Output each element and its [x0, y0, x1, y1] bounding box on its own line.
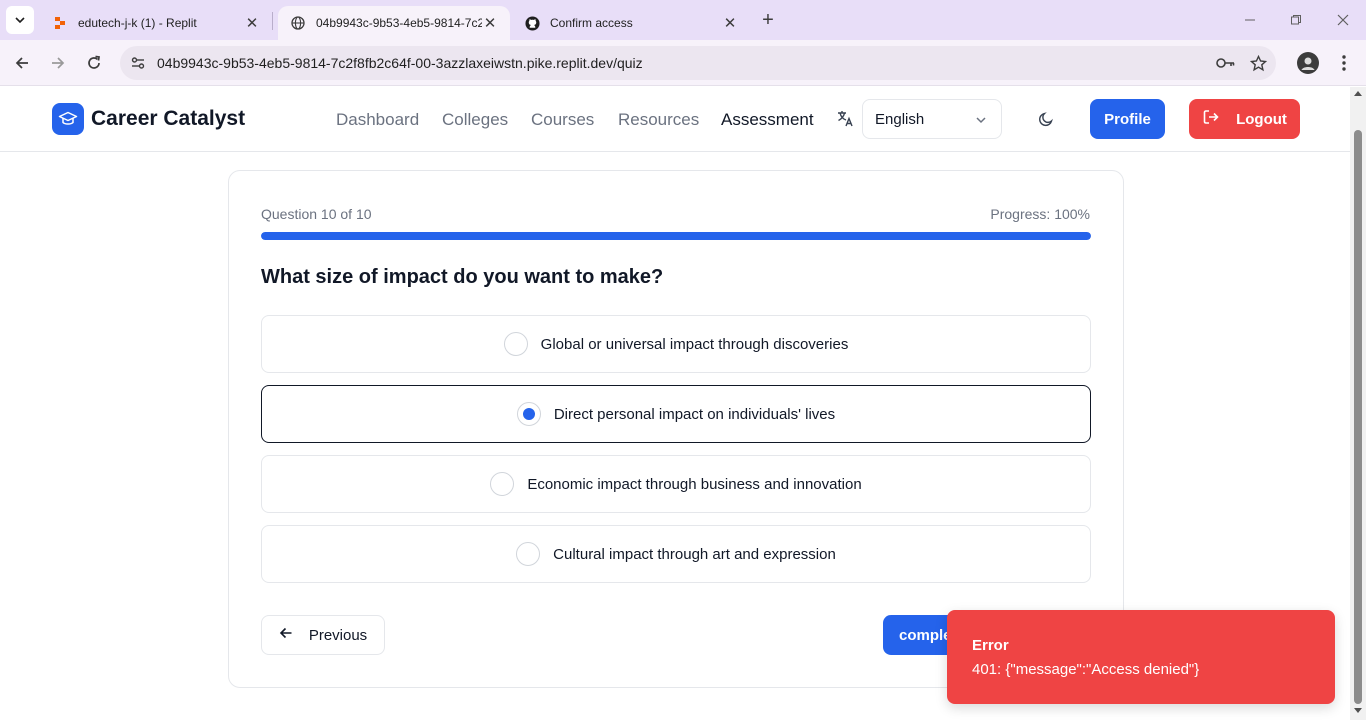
browser-toolbar: 04b9943c-9b53-4eb5-9814-7c2f8fb2c64f-00-…: [0, 40, 1366, 86]
github-icon: [524, 15, 540, 31]
progress-bar-fill: [261, 232, 1091, 240]
app-header: Career Catalyst Dashboard Colleges Cours…: [0, 87, 1350, 152]
error-toast: Error 401: {"message":"Access denied"}: [947, 610, 1335, 704]
address-bar[interactable]: 04b9943c-9b53-4eb5-9814-7c2f8fb2c64f-00-…: [120, 46, 1276, 80]
answer-option[interactable]: Global or universal impact through disco…: [261, 315, 1091, 373]
nav-courses[interactable]: Courses: [531, 110, 594, 130]
nav-colleges[interactable]: Colleges: [442, 110, 508, 130]
logout-icon: [1202, 108, 1220, 130]
radio-button[interactable]: [490, 472, 515, 496]
back-arrow-icon[interactable]: [10, 51, 34, 75]
answer-option[interactable]: Cultural impact through art and expressi…: [261, 525, 1091, 583]
logout-button-label: Logout: [1236, 110, 1287, 128]
progress-label: Progress: 100%: [990, 206, 1090, 222]
browser-menu-icon[interactable]: [1334, 52, 1354, 74]
moon-icon[interactable]: [1034, 107, 1058, 131]
answer-option[interactable]: Economic impact through business and inn…: [261, 455, 1091, 513]
tab-quiz[interactable]: 04b9943c-9b53-4eb5-9814-7c2 ✕: [278, 6, 510, 40]
radio-checked-dot: [522, 408, 535, 420]
restore-icon[interactable]: [1284, 8, 1308, 32]
nav-assessment[interactable]: Assessment: [721, 110, 814, 130]
answer-option-selected[interactable]: Direct personal impact on individuals' l…: [261, 385, 1091, 443]
answer-option-label: Economic impact through business and inn…: [527, 475, 862, 493]
radio-button[interactable]: [503, 332, 528, 356]
arrow-left-icon: [279, 626, 293, 644]
profile-button[interactable]: Profile: [1090, 99, 1165, 139]
tab-replit[interactable]: edutech-j-k (1) - Replit ✕: [40, 6, 272, 40]
graduation-cap-icon: [52, 103, 84, 135]
password-key-icon[interactable]: [1216, 53, 1236, 73]
logout-button[interactable]: Logout: [1189, 99, 1300, 139]
progress-bar: [261, 232, 1091, 240]
bookmark-star-icon[interactable]: [1248, 53, 1268, 73]
radio-button[interactable]: [516, 542, 541, 566]
previous-button[interactable]: Previous: [261, 615, 385, 655]
site-settings-icon[interactable]: [128, 53, 148, 73]
close-icon[interactable]: ✕: [482, 15, 498, 32]
browser-tab-bar: edutech-j-k (1) - Replit ✕ 04b9943c-9b53…: [0, 0, 1366, 40]
new-tab-plus-icon[interactable]: +: [756, 8, 780, 32]
answer-option-label: Cultural impact through art and expressi…: [553, 545, 836, 563]
chevron-down-icon: [975, 113, 987, 131]
complete-button-label: comple: [899, 626, 952, 644]
url-text: 04b9943c-9b53-4eb5-9814-7c2f8fb2c64f-00-…: [157, 55, 643, 71]
radio-button[interactable]: [516, 402, 541, 426]
profile-button-label: Profile: [1104, 110, 1151, 128]
forward-arrow-icon[interactable]: [46, 51, 70, 75]
language-select[interactable]: English: [862, 99, 1002, 139]
close-icon[interactable]: ✕: [722, 15, 738, 32]
tab-search-button[interactable]: [6, 6, 34, 34]
answer-option-label: Global or universal impact through disco…: [540, 335, 849, 353]
chevron-down-icon: [15, 17, 25, 24]
window-close-icon[interactable]: [1331, 8, 1355, 32]
nav-resources[interactable]: Resources: [618, 110, 699, 130]
toast-title: Error: [972, 637, 1009, 654]
scroll-down-arrow-icon[interactable]: [1354, 708, 1362, 713]
translate-icon: [836, 109, 856, 129]
tab-title: Confirm access: [550, 16, 633, 30]
language-value: English: [875, 111, 925, 128]
question-counter: Question 10 of 10: [261, 206, 372, 222]
previous-button-label: Previous: [308, 626, 368, 644]
tab-title: edutech-j-k (1) - Replit: [78, 16, 197, 30]
nav-dashboard[interactable]: Dashboard: [336, 110, 419, 130]
question-title: What size of impact do you want to make?: [261, 266, 664, 288]
tab-confirm-access[interactable]: Confirm access ✕: [512, 6, 750, 40]
tab-divider: [272, 12, 273, 30]
minimize-icon[interactable]: [1238, 8, 1262, 32]
toast-message: 401: {"message":"Access denied"}: [972, 661, 1200, 678]
scroll-up-arrow-icon[interactable]: [1354, 91, 1362, 96]
scroll-thumb[interactable]: [1354, 130, 1362, 704]
replit-icon: [52, 15, 68, 31]
answer-option-label: Direct personal impact on individuals' l…: [553, 405, 836, 423]
browser-profile-avatar[interactable]: [1297, 52, 1319, 74]
tab-title: 04b9943c-9b53-4eb5-9814-7c2: [316, 16, 482, 30]
close-icon[interactable]: ✕: [244, 15, 260, 32]
globe-icon: [290, 15, 306, 31]
reload-icon[interactable]: [82, 51, 106, 75]
brand-name[interactable]: Career Catalyst: [91, 107, 245, 131]
